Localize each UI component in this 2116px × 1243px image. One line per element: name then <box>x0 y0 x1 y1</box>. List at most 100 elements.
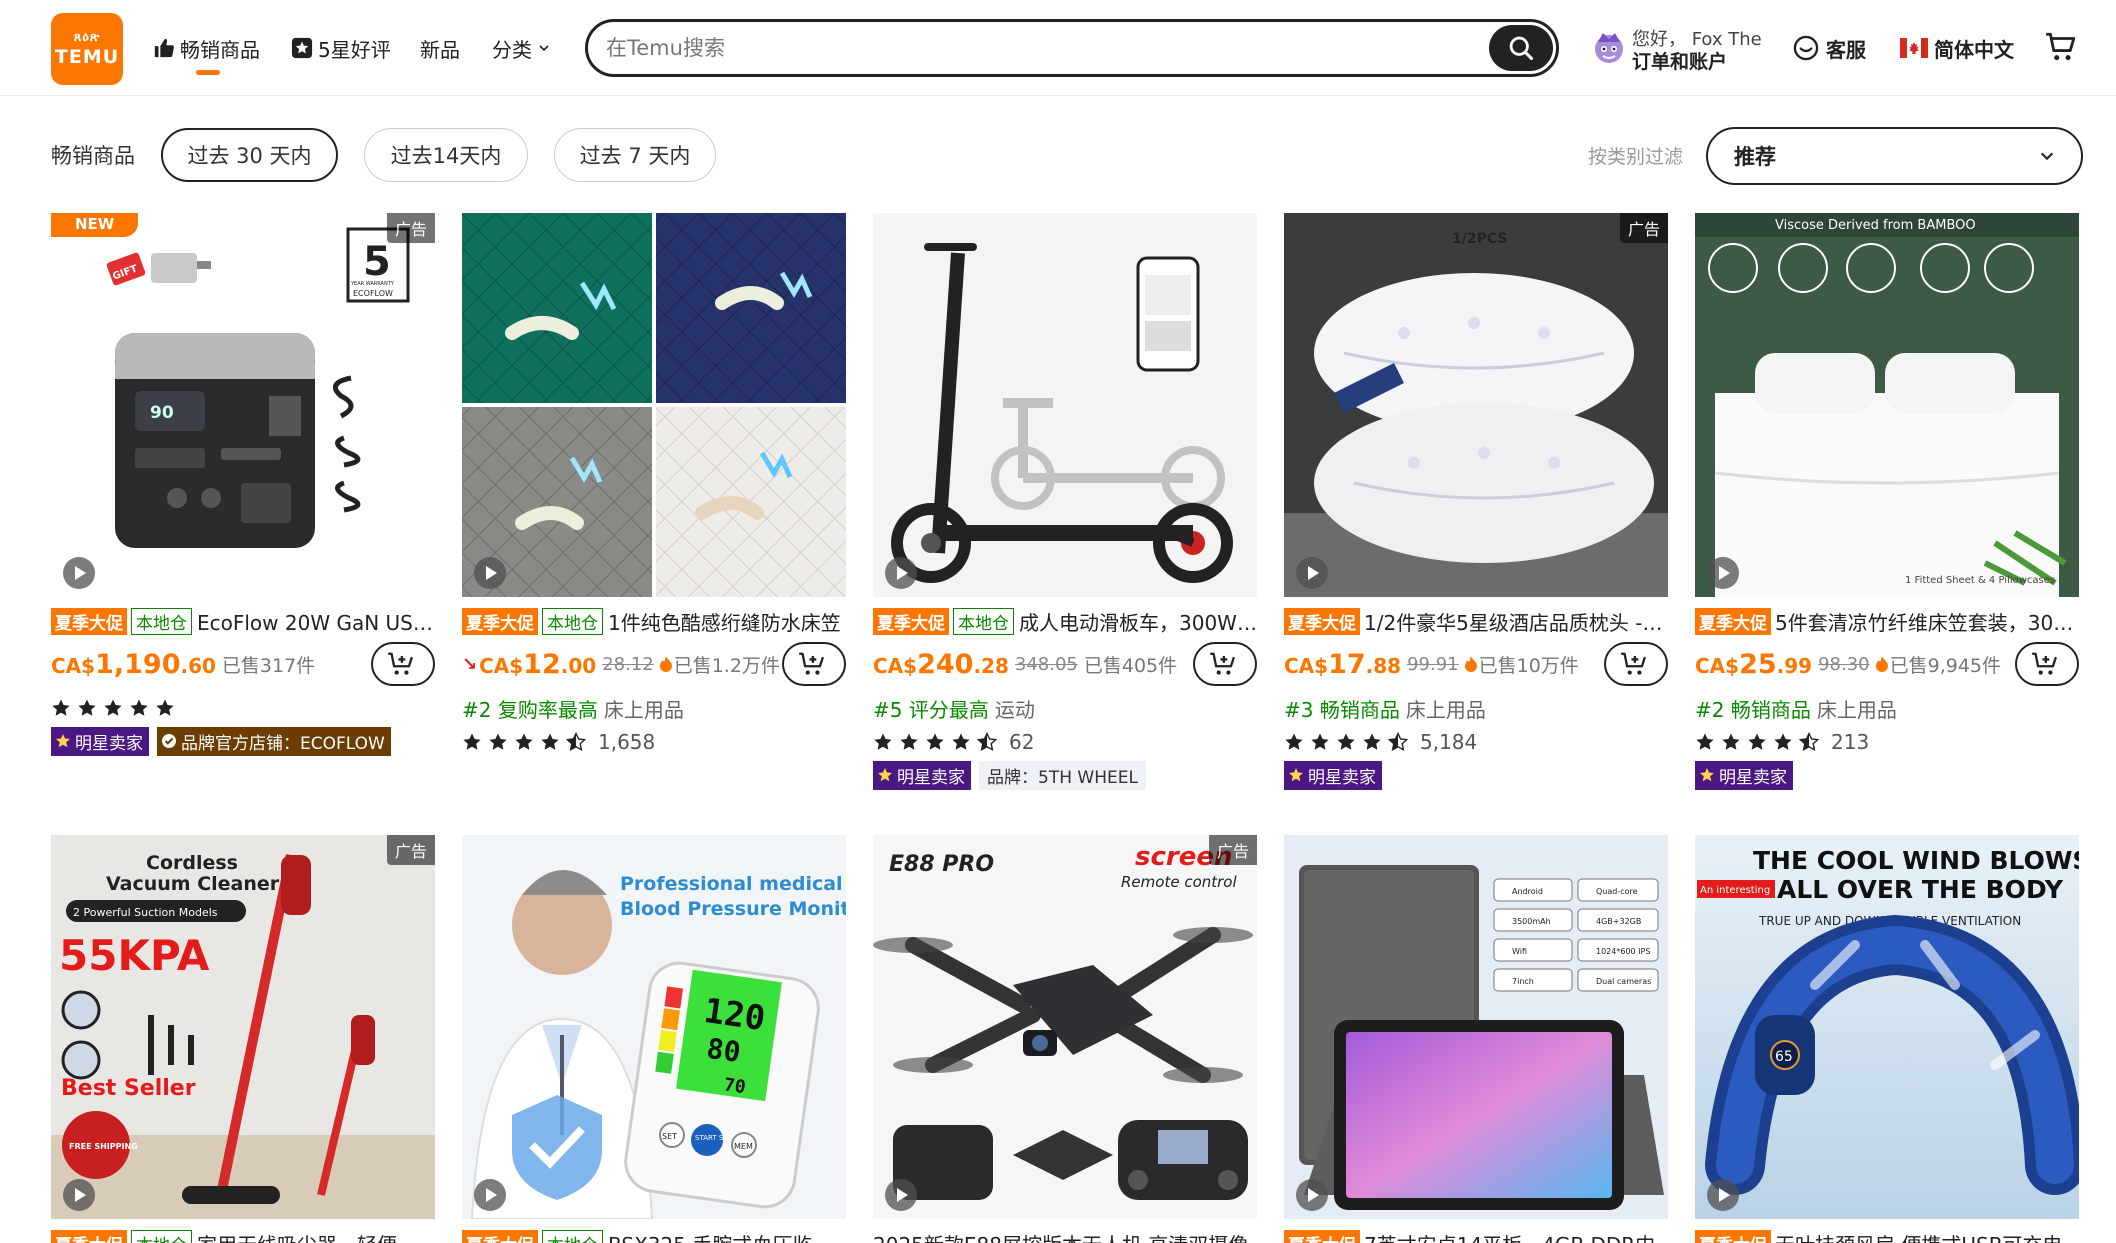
sold-count: 已售405件 <box>1083 654 1178 677</box>
star-seller-label: 明星卖家 <box>75 733 143 754</box>
play-video-icon[interactable] <box>1296 557 1328 589</box>
price-currency: CA$ <box>1695 653 1740 678</box>
add-to-cart-button[interactable] <box>371 642 435 686</box>
nav-categories[interactable]: 分类 <box>492 30 555 66</box>
product-title-row[interactable]: 夏季大促 5件套清凉竹纤维床笠套装，30厘米 <box>1695 606 2079 636</box>
product-title-row[interactable]: 夏季大促 本地仓 1件纯色酷感绗缝防水床笠 <box>462 606 846 636</box>
add-to-cart-button[interactable] <box>782 642 846 686</box>
filter-pill-14-days[interactable]: 过去14天内 <box>364 128 528 182</box>
cart-button[interactable] <box>2044 30 2078 68</box>
play-video-icon[interactable] <box>1296 1179 1328 1211</box>
product-title-row[interactable]: 夏季大促 本地仓 家用无线吸尘器，轻便 <box>51 1228 435 1243</box>
product-image[interactable]: Cordless Vacuum Cleaner 2 Powerful Sucti… <box>51 835 435 1219</box>
bp-btn-mem: MEM <box>734 1142 753 1151</box>
sort-label: 按类别过滤 <box>1588 146 1684 168</box>
product-image[interactable] <box>462 213 846 597</box>
price-drop-icon: ↘ <box>462 653 478 675</box>
star-icon <box>463 733 481 750</box>
ad-tag: 广告 <box>386 835 435 865</box>
product-card[interactable]: 1/2PCS 广告 夏季大促 1/2件豪华5星级酒店品质枕头 - 柔软 CA$ … <box>1284 213 1668 790</box>
product-card[interactable]: Cordless Vacuum Cleaner 2 Powerful Sucti… <box>51 835 435 1243</box>
nav-five-star[interactable]: 5星好评 <box>291 30 391 66</box>
product-card[interactable]: Professional medical Blood Pressure Moni… <box>462 835 846 1243</box>
canada-flag-icon <box>1900 38 1928 58</box>
play-video-icon[interactable] <box>63 1179 95 1211</box>
search-input[interactable] <box>606 30 1426 66</box>
product-title-row[interactable]: 夏季大促 本地仓 BSX325 手腕式血压监 <box>462 1228 846 1243</box>
add-to-cart-button[interactable] <box>2015 642 2079 686</box>
add-to-cart-button[interactable] <box>1193 642 1257 686</box>
product-title-row[interactable]: 夏季大促 1/2件豪华5星级酒店品质枕头 - 柔软 <box>1284 606 1668 636</box>
review-count: 62 <box>1009 730 1035 754</box>
product-card[interactable]: Android Quad-core 3500mAh 4GB+32GB Wifi … <box>1284 835 1668 1243</box>
add-to-cart-button[interactable] <box>1604 642 1668 686</box>
play-video-icon[interactable] <box>1707 1179 1739 1211</box>
local-warehouse-badge: 本地仓 <box>953 607 1014 635</box>
product-card[interactable]: THE COOL WIND BLOWS An interesting ALL O… <box>1695 835 2079 1243</box>
search-button[interactable] <box>1489 25 1553 71</box>
nav-new[interactable]: 新品 <box>420 30 460 66</box>
price-integer: 25 <box>1739 648 1777 680</box>
sold-count-wrap: 已售1.2万件 <box>659 651 780 678</box>
product-image[interactable]: E88 PRO screen Remote control 广告 <box>873 835 1257 1219</box>
filter-pill-7-days[interactable]: 过去 7 天内 <box>554 128 716 182</box>
rating-stars <box>1284 732 1414 752</box>
product-image[interactable]: 90 GIFT 5 YEAR WARRANTY ECOFLOW NEW 广告 <box>51 213 435 597</box>
fan-line1: THE COOL WIND BLOWS <box>1753 846 2079 875</box>
product-title-row[interactable]: 夏季大促 本地仓 EcoFlow 20W GaN USB-C 充电器 <box>51 606 435 636</box>
product-title: 无叶挂颈风扇 便携式USB可充电 <box>1775 1229 2062 1243</box>
product-price: CA$ 1,190 .60 <box>51 649 216 680</box>
chevron-down-icon <box>2040 152 2054 161</box>
account-menu[interactable]: 您好， Fox The 订单和账户 <box>1592 22 1762 73</box>
nav-bestsellers[interactable]: 畅销商品 <box>153 30 260 66</box>
sold-count: 已售317件 <box>221 654 316 677</box>
sheet-set-text: 1 Fitted Sheet & 4 Pillowcases <box>1905 575 2055 586</box>
spec-size: 7inch <box>1512 977 1534 986</box>
rank-row[interactable]: #2 复购率最高 床上用品 <box>462 692 846 724</box>
play-video-icon[interactable] <box>885 1179 917 1211</box>
product-card[interactable]: Viscose Derived from BAMBOO 1 Fitted She… <box>1695 213 2079 790</box>
product-card[interactable]: 夏季大促 本地仓 成人电动滑板车，300W电机 CA$ 240 .28 348.… <box>873 213 1257 790</box>
product-card[interactable]: E88 PRO screen Remote control 广告 2025新款E… <box>873 835 1257 1243</box>
product-image[interactable]: Viscose Derived from BAMBOO 1 Fitted She… <box>1695 213 2079 597</box>
filter-section-label: 畅销商品 <box>51 144 135 168</box>
product-image[interactable] <box>873 213 1257 597</box>
support-label: 客服 <box>1826 37 1866 62</box>
warranty-brand: ECOFLOW <box>353 289 393 298</box>
half-star-icon <box>1799 732 1819 752</box>
product-title-row[interactable]: 夏季大促 7英寸安卓14平板，4GB DDR内 <box>1284 1228 1668 1243</box>
price-row: CA$ 1,190 .60 已售317件 <box>51 642 435 686</box>
star-icon <box>52 699 70 716</box>
rank-category: 床上用品 <box>1816 697 1897 722</box>
star-icon <box>156 699 174 716</box>
rank-label: #3 畅销商品 <box>1284 697 1400 722</box>
product-image[interactable]: 1/2PCS 广告 <box>1284 213 1668 597</box>
product-card[interactable]: 90 GIFT 5 YEAR WARRANTY ECOFLOW NEW 广告 夏… <box>51 213 435 756</box>
support-link[interactable]: 客服 <box>1792 30 1866 66</box>
avatar <box>1595 33 1623 63</box>
language-label: 简体中文 <box>1934 37 2014 62</box>
rank-row[interactable]: #5 评分最高 运动 <box>873 692 1257 724</box>
star-icon <box>1722 733 1740 750</box>
play-video-icon[interactable] <box>885 557 917 589</box>
product-title-row[interactable]: 夏季大促 无叶挂颈风扇 便携式USB可充电 <box>1695 1228 2079 1243</box>
play-video-icon[interactable] <box>1707 557 1739 589</box>
product-image[interactable]: THE COOL WIND BLOWS An interesting ALL O… <box>1695 835 2079 1219</box>
temu-logo[interactable]: ጸዕጽ TEMU <box>51 13 123 85</box>
product-image[interactable]: Professional medical Blood Pressure Moni… <box>462 835 846 1219</box>
play-video-icon[interactable] <box>474 1179 506 1211</box>
sort-dropdown[interactable]: 推荐 <box>1706 127 2083 185</box>
warranty-number: 5 <box>363 239 391 285</box>
product-title-row[interactable]: 2025新款E88屏控版本无人机 高清双摄像 <box>873 1228 1257 1243</box>
language-selector[interactable]: 简体中文 <box>1900 30 2014 66</box>
play-video-icon[interactable] <box>63 557 95 589</box>
product-title-row[interactable]: 夏季大促 本地仓 成人电动滑板车，300W电机 <box>873 606 1257 636</box>
rank-row[interactable]: #2 畅销商品 床上用品 <box>1695 692 2079 724</box>
play-video-icon[interactable] <box>474 557 506 589</box>
add-to-cart-icon <box>2032 652 2058 675</box>
rank-row[interactable]: #3 畅销商品 床上用品 <box>1284 692 1668 724</box>
product-card[interactable]: 夏季大促 本地仓 1件纯色酷感绗缝防水床笠 ↘ CA$ 12 .00 28.12… <box>462 213 846 758</box>
filter-pill-30-days[interactable]: 过去 30 天内 <box>161 128 338 182</box>
product-image[interactable]: Android Quad-core 3500mAh 4GB+32GB Wifi … <box>1284 835 1668 1219</box>
review-count: 213 <box>1831 730 1870 754</box>
